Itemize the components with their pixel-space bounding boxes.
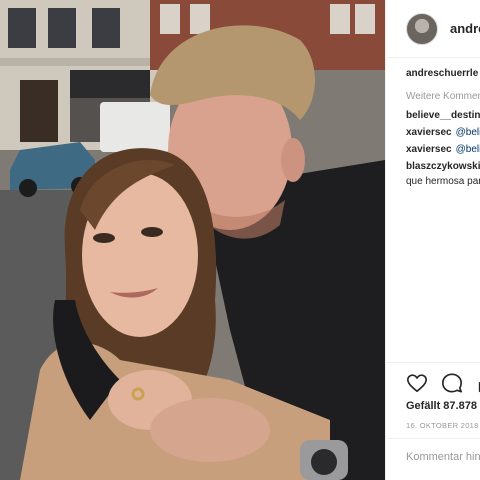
avatar[interactable] — [406, 12, 438, 45]
post-actions — [406, 372, 480, 394]
comment-mention[interactable]: @believe__destiny — [456, 142, 480, 159]
comment-author[interactable]: blaszczykowski — [406, 159, 480, 174]
comment-item: believe__destiny — [406, 108, 480, 125]
comment-item-continuation: que hermosa pareja — [406, 174, 480, 191]
divider — [386, 438, 480, 439]
comment-mention[interactable]: @believe__destiny — [456, 125, 480, 142]
post-side-panel: andreschuerrle andreschuerrle Weitere Ko… — [385, 0, 480, 480]
comment-icon[interactable] — [441, 372, 463, 394]
comment-author[interactable]: xaviersec — [406, 142, 452, 159]
divider — [386, 362, 480, 363]
comments-section: andreschuerrle Weitere Kommentare laden … — [386, 66, 480, 191]
likes-count[interactable]: Gefällt 87.878 Mal — [406, 400, 480, 412]
caption: andreschuerrle — [406, 66, 480, 88]
comment-input[interactable] — [406, 448, 480, 466]
photo-illustration — [0, 0, 385, 480]
load-more-comments-link[interactable]: Weitere Kommentare laden — [406, 88, 480, 108]
post-header: andreschuerrle — [386, 0, 480, 58]
caption-author[interactable]: andreschuerrle — [406, 66, 478, 88]
comment-author[interactable]: xaviersec — [406, 125, 452, 142]
post-photo[interactable] — [0, 0, 385, 480]
share-icon[interactable] — [476, 372, 480, 394]
post-date: 16. OKTOBER 2018 — [406, 421, 479, 430]
comment-item: xaviersec @believe__destiny — [406, 142, 480, 159]
comment-author[interactable]: believe__destiny — [406, 108, 480, 125]
comment-text: que hermosa pareja — [406, 176, 480, 187]
comment-item: xaviersec @believe__destiny — [406, 125, 480, 142]
heart-icon[interactable] — [406, 372, 428, 394]
comment-item: blaszczykowski — [406, 159, 480, 174]
header-username[interactable]: andreschuerrle — [450, 21, 480, 36]
